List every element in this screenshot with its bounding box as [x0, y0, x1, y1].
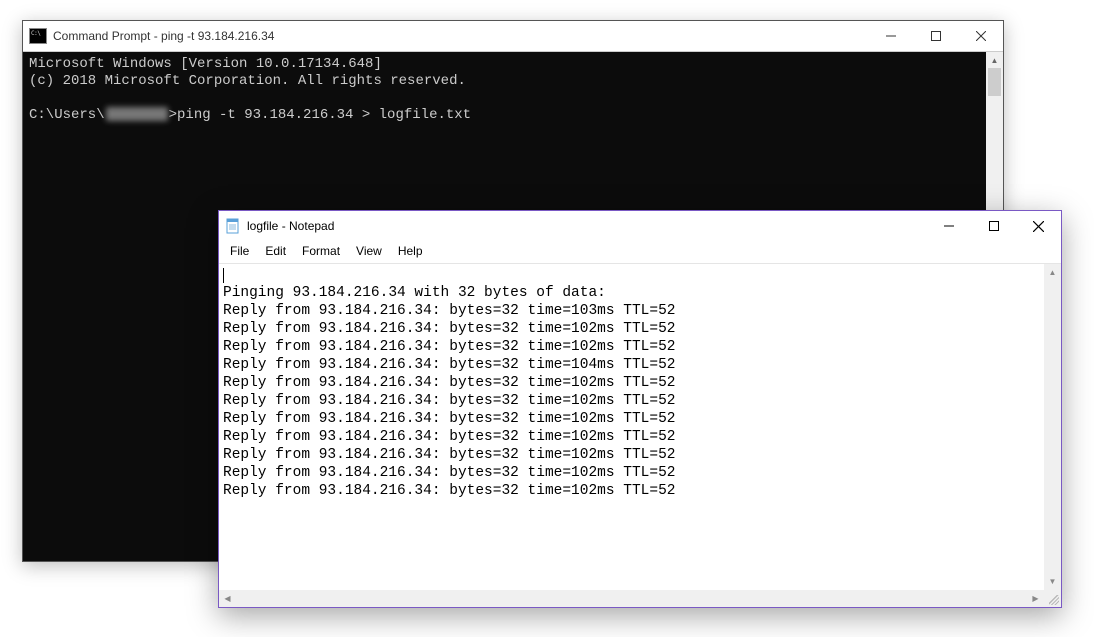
notepad-window[interactable]: logfile - Notepad File Edit Format View … [218, 210, 1062, 608]
notepad-maximize-button[interactable] [971, 211, 1016, 241]
scroll-right-arrow-icon[interactable]: ▶ [1027, 590, 1044, 607]
cmd-scroll-thumb[interactable] [988, 68, 1001, 96]
cmd-titlebar[interactable]: Command Prompt - ping -t 93.184.216.34 [23, 21, 1003, 52]
scroll-down-arrow-icon[interactable]: ▼ [1044, 573, 1061, 590]
cmd-minimize-button[interactable] [868, 21, 913, 51]
menu-edit[interactable]: Edit [258, 242, 293, 260]
notepad-vertical-scrollbar[interactable]: ▲ ▼ [1044, 264, 1061, 590]
ping-reply-line: Reply from 93.184.216.34: bytes=32 time=… [223, 465, 675, 481]
notepad-close-button[interactable] [1016, 211, 1061, 241]
notepad-client-area: Pinging 93.184.216.34 with 32 bytes of d… [219, 263, 1061, 607]
notepad-titlebar[interactable]: logfile - Notepad [219, 211, 1061, 241]
ping-reply-line: Reply from 93.184.216.34: bytes=32 time=… [223, 393, 675, 409]
cmd-line-version: Microsoft Windows [Version 10.0.17134.64… [29, 56, 382, 72]
cmd-icon [29, 28, 47, 44]
scroll-up-arrow-icon[interactable]: ▲ [1044, 264, 1061, 281]
cmd-prompt-command: >ping -t 93.184.216.34 > logfile.txt [169, 107, 471, 123]
ping-reply-line: Reply from 93.184.216.34: bytes=32 time=… [223, 321, 675, 337]
notepad-menubar: File Edit Format View Help [219, 241, 1061, 263]
ping-reply-line: Reply from 93.184.216.34: bytes=32 time=… [223, 411, 675, 427]
ping-header-line: Pinging 93.184.216.34 with 32 bytes of d… [223, 285, 606, 301]
ping-reply-line: Reply from 93.184.216.34: bytes=32 time=… [223, 339, 675, 355]
ping-reply-line: Reply from 93.184.216.34: bytes=32 time=… [223, 357, 675, 373]
notepad-minimize-button[interactable] [926, 211, 971, 241]
notepad-icon [225, 218, 241, 234]
menu-help[interactable]: Help [391, 242, 430, 260]
notepad-horizontal-scrollbar[interactable]: ◀ ▶ [219, 590, 1044, 607]
cmd-redacted-username [106, 107, 168, 121]
resize-grip-icon[interactable] [1044, 590, 1061, 607]
menu-view[interactable]: View [349, 242, 389, 260]
ping-reply-line: Reply from 93.184.216.34: bytes=32 time=… [223, 483, 675, 499]
text-caret [223, 268, 224, 283]
cmd-close-button[interactable] [958, 21, 1003, 51]
cmd-maximize-button[interactable] [913, 21, 958, 51]
notepad-window-controls [926, 211, 1061, 241]
cmd-line-copyright: (c) 2018 Microsoft Corporation. All righ… [29, 73, 466, 89]
cmd-prompt-prefix: C:\Users\ [29, 107, 105, 123]
scroll-up-arrow-icon[interactable]: ▲ [986, 52, 1003, 68]
scroll-left-arrow-icon[interactable]: ◀ [219, 590, 236, 607]
cmd-title-text: Command Prompt - ping -t 93.184.216.34 [53, 29, 274, 43]
ping-reply-line: Reply from 93.184.216.34: bytes=32 time=… [223, 447, 675, 463]
menu-file[interactable]: File [223, 242, 256, 260]
notepad-title-text: logfile - Notepad [247, 219, 334, 233]
ping-reply-line: Reply from 93.184.216.34: bytes=32 time=… [223, 429, 675, 445]
menu-format[interactable]: Format [295, 242, 347, 260]
notepad-text-area[interactable]: Pinging 93.184.216.34 with 32 bytes of d… [221, 264, 1044, 590]
ping-reply-line: Reply from 93.184.216.34: bytes=32 time=… [223, 375, 675, 391]
ping-reply-line: Reply from 93.184.216.34: bytes=32 time=… [223, 303, 675, 319]
cmd-window-controls [868, 21, 1003, 51]
